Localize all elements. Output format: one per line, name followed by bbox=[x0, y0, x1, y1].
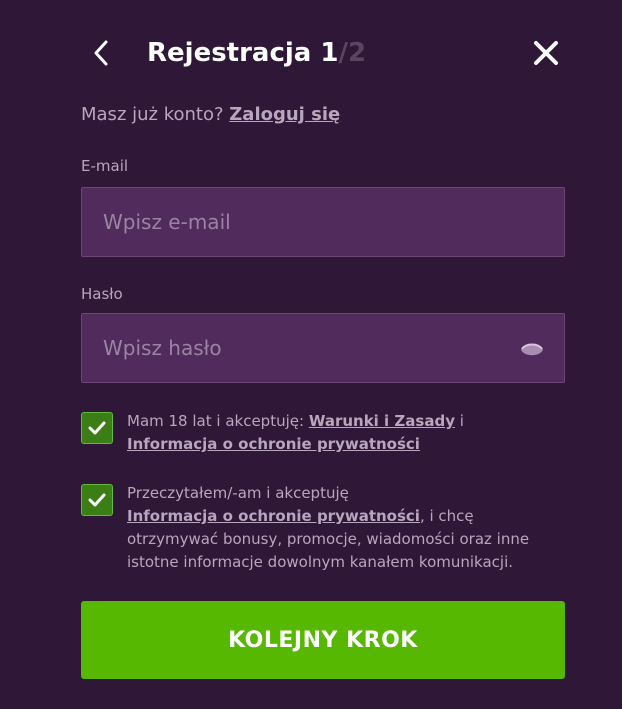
privacy-link-marketing[interactable]: Informacja o ochronie prywatności bbox=[127, 507, 420, 525]
consent-marketing-text-before: Przeczytałem/-am i akceptuję bbox=[127, 484, 349, 502]
consent-age-text-and: i bbox=[459, 412, 464, 430]
page-title: Rejestracja 1/2 bbox=[147, 37, 366, 69]
privacy-link[interactable]: Informacja o ochronie prywatności bbox=[127, 435, 420, 453]
email-field-wrapper bbox=[81, 187, 565, 257]
login-link[interactable]: Zaloguj się bbox=[229, 104, 340, 125]
checkmark-icon bbox=[88, 493, 106, 507]
chevron-left-icon bbox=[94, 40, 108, 66]
password-field-wrapper bbox=[81, 313, 565, 383]
consent-marketing-text: Przeczytałem/-am i akceptuję Informacja … bbox=[127, 482, 567, 574]
eye-icon bbox=[521, 343, 543, 356]
consent-marketing-checkbox[interactable] bbox=[81, 484, 113, 516]
title-step-total: /2 bbox=[338, 38, 367, 68]
close-icon bbox=[534, 41, 558, 65]
next-step-button[interactable]: KOLEJNY KROK bbox=[81, 601, 565, 679]
registration-modal: Rejestracja 1/2 Masz już konto? Zaloguj … bbox=[0, 0, 622, 709]
password-field[interactable] bbox=[82, 314, 564, 382]
checkmark-icon bbox=[88, 421, 106, 435]
back-button[interactable] bbox=[87, 38, 115, 68]
login-prompt-text: Masz już konto? bbox=[81, 104, 224, 125]
consent-age-checkbox[interactable] bbox=[81, 412, 113, 444]
email-label: E-mail bbox=[81, 157, 129, 175]
password-visibility-toggle[interactable] bbox=[520, 339, 544, 359]
password-label: Hasło bbox=[81, 285, 123, 303]
consent-age-text-before: Mam 18 lat i akceptuję: bbox=[127, 412, 305, 430]
modal-header: Rejestracja 1/2 bbox=[81, 30, 565, 76]
terms-link[interactable]: Warunki i Zasady bbox=[309, 412, 455, 430]
login-prompt-row: Masz już konto? Zaloguj się bbox=[81, 104, 340, 125]
title-step: Rejestracja 1 bbox=[147, 38, 339, 68]
consent-age-text: Mam 18 lat i akceptuję: Warunki i Zasady… bbox=[127, 410, 567, 456]
close-button[interactable] bbox=[531, 38, 561, 68]
email-field[interactable] bbox=[82, 188, 564, 256]
